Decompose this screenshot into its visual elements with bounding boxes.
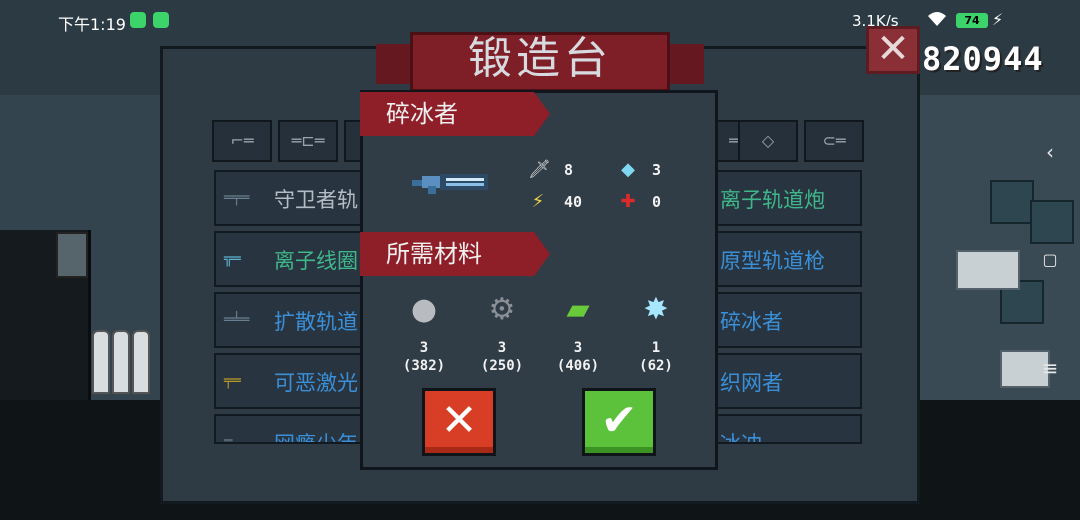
gas-cylinder: [132, 330, 150, 394]
cancel-button[interactable]: ✕: [422, 388, 496, 456]
ice-crystal-icon: ✸: [643, 292, 669, 327]
weapon-icon: ═: [224, 434, 233, 444]
forge-dialog: [360, 90, 718, 470]
material-owned: (406): [556, 358, 600, 374]
weapon-name: 守卫者轨: [274, 188, 358, 212]
weapon-name: 扩散轨道: [274, 310, 358, 334]
tab-weapon-category[interactable]: ═⊏═: [278, 120, 338, 162]
gas-cylinder: [92, 330, 110, 394]
tab-weapon-category[interactable]: ◇: [738, 120, 798, 162]
battery-icon: 74: [956, 13, 988, 28]
title-ribbon-left: [376, 44, 412, 84]
energy-value: 3: [652, 161, 662, 179]
confirm-button[interactable]: ✔: [582, 388, 656, 456]
accuracy-icon: ✚: [620, 191, 636, 212]
material-required: 3: [573, 340, 583, 356]
damage-icon: 🗡: [528, 159, 551, 180]
background-wall-panel: [56, 232, 88, 278]
chat-app-icon: [153, 12, 169, 28]
weapon-name: 原型轨道枪: [720, 249, 825, 273]
close-icon[interactable]: ✕: [866, 26, 920, 74]
weapon-icon: ═╧═: [224, 312, 250, 328]
forge-title: 锻造台: [468, 33, 612, 84]
weapon-name: 碎冰者: [720, 310, 783, 334]
material-required: 1: [651, 340, 661, 356]
weapon-name: 可恶激光: [274, 371, 358, 395]
accuracy-value: 0: [652, 193, 662, 211]
material-required: 3: [419, 340, 429, 356]
damage-value: 8: [564, 161, 574, 179]
close-icon: ✕: [440, 395, 478, 446]
tab-weapon-category[interactable]: ⌐═: [212, 120, 272, 162]
weapon-name: 织网者: [720, 371, 783, 395]
weapon-icon: ╤═: [224, 373, 241, 389]
material-owned: (250): [480, 358, 524, 374]
machine: [956, 250, 1020, 290]
weapon-icon: ═╤═: [224, 190, 250, 206]
weapon-name-banner: 碎冰者: [360, 92, 534, 136]
weapon-name: 冰冲: [720, 432, 762, 444]
crit-icon: ⚡: [531, 191, 545, 212]
banner-tip: [534, 232, 550, 276]
ore-icon: ●: [410, 292, 438, 327]
menu-nav-icon[interactable]: ≡: [1040, 358, 1060, 378]
gear-icon: ⚙: [488, 292, 516, 327]
weapon-preview-icon: [412, 174, 488, 194]
battery-part-icon: ▰: [566, 292, 590, 327]
weapon-name: 离子轨道炮: [720, 188, 825, 212]
weapon-icon: ╦═: [224, 251, 241, 267]
energy-icon: ◆: [621, 159, 635, 180]
materials-banner: 所需材料: [360, 232, 534, 276]
material-required: 3: [497, 340, 507, 356]
status-time: 下午1:19: [58, 15, 126, 34]
tab-weapon-category[interactable]: ⊂═: [804, 120, 864, 162]
crate: [990, 180, 1034, 224]
game-screen: 下午1:19 3.1K/s 74 ⚡ 锻造台 ⌐═ ═⊏═ ═ ═ ◇ ⊂═ ═…: [0, 0, 1080, 520]
material-owned: (382): [402, 358, 446, 374]
weapon-name: 网瘾少年: [274, 432, 358, 444]
title-ribbon-right: [668, 44, 704, 84]
weapon-name: 离子线圈: [274, 249, 358, 273]
charging-icon: ⚡: [992, 10, 1004, 29]
checkmark-icon: ✔: [600, 395, 638, 446]
gas-cylinder: [112, 330, 130, 394]
material-owned: (62): [639, 358, 673, 374]
wifi-icon: [926, 10, 948, 28]
coin-counter: 820944: [922, 40, 1044, 78]
crate: [1030, 200, 1074, 244]
banner-tip: [534, 92, 550, 136]
crit-value: 40: [564, 193, 583, 211]
home-nav-icon[interactable]: ▢: [1040, 250, 1060, 270]
chat-app-icon: [130, 12, 146, 28]
back-nav-icon[interactable]: ‹: [1040, 142, 1060, 162]
